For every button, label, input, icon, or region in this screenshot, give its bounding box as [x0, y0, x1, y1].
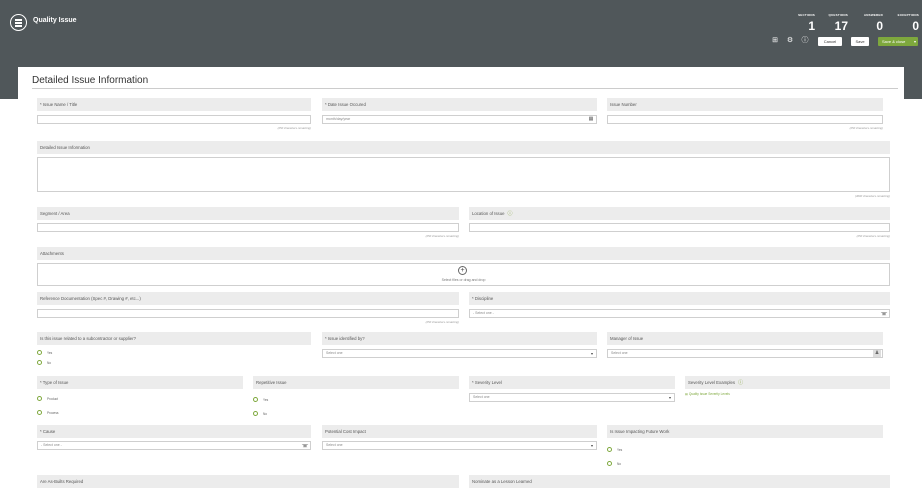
issue-name-hint: (250 characters remaining)	[277, 126, 311, 130]
chevron-down-icon: ▾	[590, 443, 593, 448]
cost-impact-label: Potential Cost Impact	[322, 425, 597, 438]
attachments-text[interactable]: Select files or drag and drop	[38, 277, 889, 284]
save-button[interactable]: Save	[851, 37, 869, 46]
manager-label: Manager of Issue	[607, 332, 883, 345]
section-divider	[32, 88, 898, 89]
issue-name-input[interactable]	[37, 115, 311, 124]
info-icon[interactable]: ⓘ	[508, 208, 513, 221]
stat-sections: SECTIONS 1	[798, 13, 815, 33]
app-title: Quality Issue	[33, 17, 77, 24]
cancel-button[interactable]: Cancel	[818, 37, 842, 46]
section-title: Detailed Issue Information	[32, 75, 149, 86]
info-icon[interactable]: ⓘ	[801, 37, 809, 45]
chevron-down-icon: ▾	[668, 395, 671, 400]
reference-hint: (250 characters remaining)	[425, 320, 459, 324]
detailed-info-label: Detailed Issue Information	[37, 141, 890, 154]
severity-levels-link[interactable]: ▤ Quality Issue Severity Levels	[685, 392, 730, 396]
attachments-label: Attachments	[37, 247, 890, 260]
hierarchy-icon[interactable]: ᚘ	[301, 442, 309, 449]
severity-examples-label: Severity Level Examples ⓘ	[685, 376, 890, 389]
attachments-dropzone[interactable]: + Select files or drag and drop	[37, 263, 890, 286]
issue-number-label: Issue Number	[607, 98, 883, 111]
add-circle-icon[interactable]: +	[458, 266, 467, 275]
cost-impact-select[interactable]: Select one ▾	[322, 441, 597, 450]
gear-icon[interactable]: ⚙	[786, 37, 794, 45]
issue-number-hint: (250 characters remaining)	[849, 126, 883, 130]
lesson-learned-label: Nominate as a Lesson Learned	[469, 475, 890, 488]
manager-select[interactable]: Select one ♟	[607, 349, 883, 358]
discipline-label: * Discipline	[469, 292, 890, 305]
calendar-icon[interactable]: ▦	[587, 116, 595, 123]
chevron-down-icon: ▾	[913, 39, 916, 44]
type-of-issue-label: * Type of Issue	[37, 376, 243, 389]
future-work-no-radio[interactable]: No	[607, 461, 621, 467]
reference-label: Reference Documentation (Spec #, Drawing…	[37, 292, 459, 305]
stat-answered: ANSWERED 0	[863, 13, 883, 33]
document-icon: ▤	[685, 392, 689, 396]
reference-input[interactable]	[37, 309, 459, 318]
detailed-info-textarea[interactable]	[37, 157, 890, 192]
repetitive-label: Repetitive Issue	[253, 376, 459, 389]
location-label: Location of Issue ⓘ	[469, 207, 890, 220]
type-product-radio[interactable]: Product	[37, 396, 58, 402]
cause-select[interactable]: - Select one -ᚘ	[37, 441, 311, 450]
stat-exceptions: EXCEPTIONS 0	[897, 13, 919, 33]
severity-label: * Severity Level	[469, 376, 675, 389]
future-work-yes-radio[interactable]: Yes	[607, 447, 622, 453]
info-icon[interactable]: ⓘ	[738, 377, 743, 390]
date-occured-input[interactable]: month/day/year ▦	[322, 115, 597, 124]
repetitive-no-radio[interactable]: No	[253, 411, 267, 417]
date-occured-label: * Date Issue Occured	[322, 98, 597, 111]
severity-select[interactable]: Select one ▾	[469, 393, 675, 402]
subcontractor-yes-radio[interactable]: Yes	[37, 350, 52, 356]
checklist-icon	[10, 14, 27, 31]
person-icon[interactable]: ♟	[873, 350, 881, 357]
issue-name-label: * Issue Name / Title	[37, 98, 311, 111]
subcontractor-no-radio[interactable]: No	[37, 360, 51, 366]
type-process-radio[interactable]: Process	[37, 410, 59, 416]
location-input[interactable]	[469, 223, 890, 232]
stat-questions: QUESTIONS 17	[828, 13, 848, 33]
future-work-label: Is Issue Impacting Future Work	[607, 425, 883, 438]
segment-hint: (250 characters remaining)	[425, 234, 459, 238]
identified-by-label: * Issue identified by?	[322, 332, 597, 345]
as-builts-label: Are As-Builts Required	[37, 475, 459, 488]
save-close-button[interactable]: Save & close ▾	[878, 37, 918, 46]
issue-number-input[interactable]	[607, 115, 883, 124]
segment-input[interactable]	[37, 223, 459, 232]
discipline-select[interactable]: - Select one -ᚘ	[469, 309, 890, 318]
detailed-info-hint: (4000 characters remaining)	[855, 194, 890, 198]
subcontractor-label: Is this issue related to a subcontractor…	[37, 332, 311, 345]
segment-label: Segment / Area	[37, 207, 459, 220]
cause-label: * Cause	[37, 425, 311, 438]
grid-icon[interactable]: ⊞	[771, 37, 779, 45]
hierarchy-icon[interactable]: ᚘ	[880, 310, 888, 317]
location-hint: (250 characters remaining)	[856, 234, 890, 238]
identified-by-select[interactable]: Select one ▾	[322, 349, 597, 358]
chevron-down-icon: ▾	[590, 351, 593, 356]
repetitive-yes-radio[interactable]: Yes	[253, 397, 268, 403]
